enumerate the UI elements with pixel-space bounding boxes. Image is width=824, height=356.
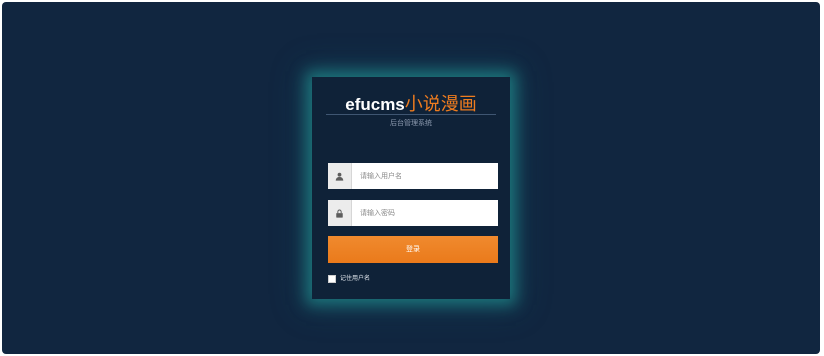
brand-name-zh: 小说漫画 [404, 94, 477, 114]
remember-label[interactable]: 记住用户名 [340, 275, 370, 283]
login-button[interactable]: 登录 [328, 236, 498, 263]
page-background: efucms小说漫画 后台管理系统 登录 记住用户名 [2, 2, 820, 354]
password-input[interactable] [352, 200, 498, 226]
username-field[interactable] [328, 163, 498, 189]
remember-username[interactable]: 记住用户名 [328, 275, 370, 283]
user-icon [328, 163, 352, 189]
brand-title: efucms小说漫画 [312, 93, 510, 116]
brand-subtitle: 后台管理系统 [390, 120, 432, 127]
brand-divider [326, 114, 496, 115]
password-field[interactable] [328, 200, 498, 226]
lock-icon [328, 200, 352, 226]
login-card: efucms小说漫画 后台管理系统 登录 记住用户名 [312, 77, 510, 299]
remember-checkbox[interactable] [328, 275, 336, 283]
username-input[interactable] [352, 163, 498, 189]
brand-name-en: efucms [345, 95, 405, 114]
